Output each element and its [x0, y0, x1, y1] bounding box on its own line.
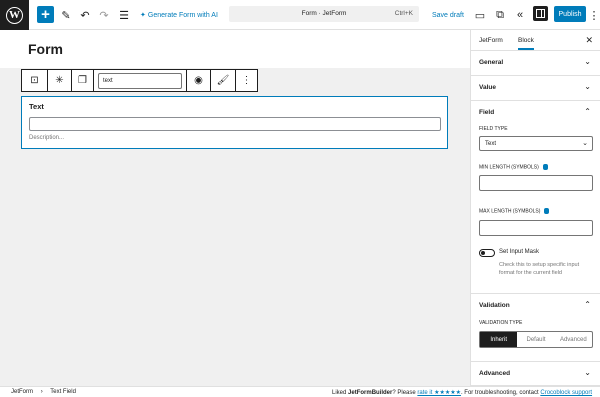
panel-value-title: Value [479, 84, 496, 91]
copy-icon[interactable]: ❐ [72, 70, 94, 91]
publish-button[interactable]: Publish [554, 6, 586, 22]
sidebar-toggle-icon[interactable] [533, 6, 548, 21]
chevron-up-icon: ⌃ [584, 300, 591, 309]
input-mask-toggle[interactable] [479, 249, 495, 257]
redo-icon[interactable]: ↷ [98, 6, 110, 24]
close-icon[interactable]: ✕ [585, 35, 593, 46]
min-length-label: MIN LENGTH (SYMBOLS) [479, 164, 548, 170]
generate-ai-button[interactable]: ✦ Generate Form with AI [140, 6, 218, 24]
min-length-text: MIN LENGTH (SYMBOLS) [479, 164, 539, 171]
max-length-label: MAX LENGTH (SYMBOLS) [479, 208, 550, 215]
notice-brand: JetFormBuilder [348, 390, 393, 396]
field-name-input[interactable]: text [98, 72, 182, 89]
panel-advanced-title: Advanced [479, 370, 511, 377]
sidebar-tabs: JetForm Block ✕ [471, 30, 600, 51]
field-type-value: Text [485, 141, 497, 147]
notice-prefix: Liked [332, 390, 349, 396]
desktop-preview-icon[interactable]: ▭ [474, 6, 486, 24]
chevron-down-icon: ⌄ [584, 57, 591, 66]
command-title: Form · JetForm [301, 10, 347, 17]
field-input-preview [29, 117, 441, 131]
chevrons-left-icon[interactable]: « [514, 6, 526, 24]
input-mask-help: Check this to setup specific input forma… [499, 262, 580, 276]
more-options-icon[interactable]: ⋮ [589, 6, 600, 24]
field-label[interactable]: Text [29, 102, 44, 111]
settings-sidebar: JetForm Block ✕ General ⌄ Value ⌄ Field … [470, 30, 600, 386]
field-description[interactable]: Description... [29, 135, 64, 141]
panel-general[interactable]: General ⌄ [471, 51, 600, 76]
editor-canvas: Form ⊡ ✳ ❐ text ◉ 🖌 ⋮ Text Description..… [0, 30, 470, 386]
command-palette[interactable]: Form · JetForm Ctrl+K [229, 6, 419, 22]
max-length-input[interactable] [479, 220, 593, 236]
max-length-text: MAX LENGTH (SYMBOLS) [479, 208, 541, 215]
notice-after: . For troubleshooting, contact [460, 390, 541, 396]
top-toolbar: W + ✎ ↶ ↷ ☰ ✦ Generate Form with AI Form… [0, 0, 600, 30]
chevron-up-icon: ⌃ [584, 107, 591, 116]
block-toolbar: ⊡ ✳ ❐ text ◉ 🖌 ⋮ [21, 69, 258, 92]
validation-inherit[interactable]: Inherit [480, 332, 518, 347]
eye-icon[interactable]: ◉ [187, 70, 211, 91]
panel-value[interactable]: Value ⌄ [471, 76, 600, 101]
panel-validation[interactable]: Validation ⌃ [471, 293, 600, 318]
title-area: Form [0, 30, 470, 68]
brush-icon[interactable]: 🖌 [211, 70, 236, 91]
panel-advanced[interactable]: Advanced ⌄ [471, 361, 600, 386]
list-view-icon[interactable]: ☰ [118, 6, 130, 24]
tab-block[interactable]: Block [518, 37, 534, 50]
chevron-down-icon: ⌄ [584, 368, 591, 377]
tab-jetform[interactable]: JetForm [479, 37, 503, 44]
rate-link[interactable]: rate it ★★★★★ [417, 390, 461, 396]
field-type-select[interactable]: Text ⌄ [479, 136, 593, 151]
validation-type-label: VALIDATION TYPE [479, 320, 523, 326]
page-title[interactable]: Form [28, 41, 63, 57]
field-type-label: FIELD TYPE [479, 126, 508, 132]
status-bar: JetForm › Text Field Liked JetFormBuilde… [0, 386, 600, 397]
breadcrumb-root[interactable]: JetForm [11, 389, 33, 395]
input-mask-label: Set Input Mask [499, 249, 540, 255]
breadcrumb: JetForm › Text Field [11, 389, 76, 395]
chevron-down-icon: ⌄ [582, 140, 588, 147]
wordpress-logo[interactable]: W [0, 0, 29, 30]
validation-default[interactable]: Default [517, 332, 554, 347]
field-name-cell: text [94, 70, 187, 91]
block-inserter-button[interactable]: + [37, 6, 54, 23]
min-length-input[interactable] [479, 175, 593, 191]
panel-general-title: General [479, 59, 504, 66]
asterisk-icon[interactable]: ✳ [48, 70, 72, 91]
save-draft-button[interactable]: Save draft [432, 6, 464, 24]
validation-type-control: Inherit Default Advanced [479, 331, 593, 348]
panel-field-title: Field [479, 109, 495, 116]
external-link-icon[interactable]: ⧉ [494, 6, 506, 24]
undo-icon[interactable]: ↶ [79, 6, 91, 24]
chevron-down-icon: ⌄ [584, 82, 591, 91]
notice-mid: ? Please [392, 390, 418, 396]
field-type-icon[interactable]: ⊡ [22, 70, 48, 91]
breadcrumb-current: Text Field [50, 389, 76, 395]
text-field-block[interactable]: Text Description... [21, 96, 448, 149]
rating-notice: Liked JetFormBuilder? Please rate it ★★★… [332, 389, 600, 396]
panel-field[interactable]: Field ⌃ [471, 101, 600, 126]
database-icon[interactable] [544, 208, 550, 214]
generate-ai-label: Generate Form with AI [147, 11, 218, 19]
pencil-icon[interactable]: ✎ [60, 6, 72, 24]
breadcrumb-separator: › [40, 389, 43, 395]
sparkle-icon: ✦ [140, 12, 146, 19]
support-link[interactable]: Crocoblock support [540, 390, 592, 396]
database-icon[interactable] [542, 164, 548, 170]
validation-advanced[interactable]: Advanced [555, 332, 592, 347]
more-vertical-icon[interactable]: ⋮ [236, 70, 257, 91]
command-shortcut: Ctrl+K [394, 10, 413, 17]
panel-validation-title: Validation [479, 302, 510, 309]
